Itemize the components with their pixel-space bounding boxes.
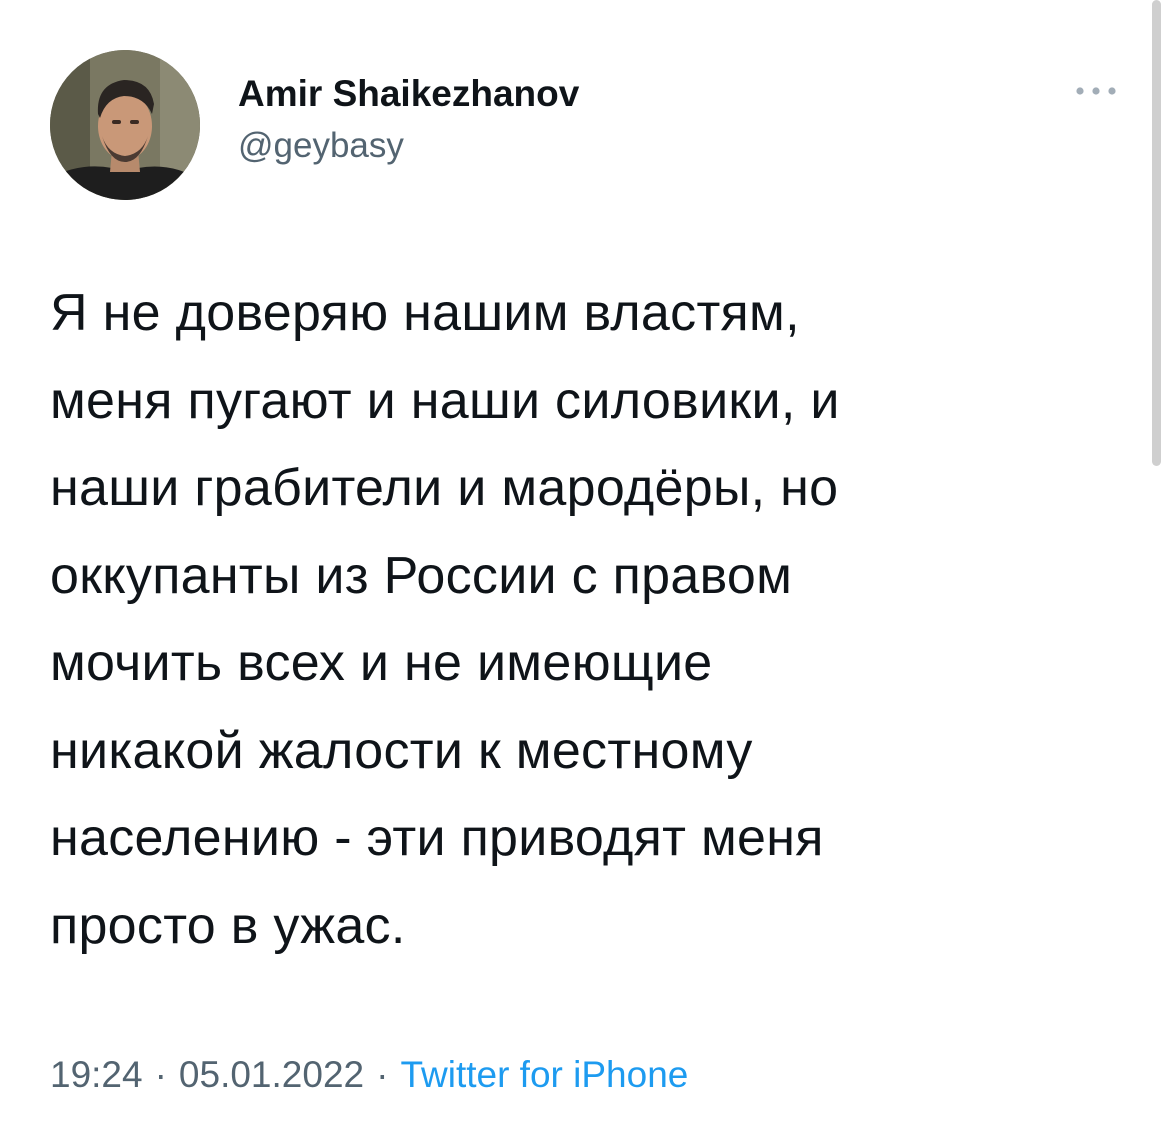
avatar[interactable]: [50, 50, 200, 200]
avatar-photo: [50, 50, 200, 200]
tweet-date[interactable]: 05.01.2022: [179, 1054, 364, 1095]
meta-separator: ·: [376, 1054, 389, 1095]
tweet-meta: 19:24 · 05.01.2022 · Twitter for iPhone: [50, 1050, 688, 1100]
author-handle[interactable]: @geybasy: [238, 124, 579, 168]
scrollbar-thumb[interactable]: [1152, 0, 1161, 466]
author-info: Amir Shaikezhanov @geybasy: [238, 72, 579, 168]
tweet-text: Я не доверяю нашим властям, меня пугают …: [50, 284, 840, 955]
more-options-button[interactable]: [1068, 76, 1124, 106]
tweet-time[interactable]: 19:24: [50, 1054, 143, 1095]
ellipsis-horizontal-icon: [1076, 87, 1116, 95]
tweet: Amir Shaikezhanov @geybasy Я не доверяю …: [0, 0, 1170, 1132]
meta-separator: ·: [154, 1054, 167, 1095]
author-display-name[interactable]: Amir Shaikezhanov: [238, 72, 579, 116]
tweet-source-link[interactable]: Twitter for iPhone: [400, 1054, 688, 1095]
